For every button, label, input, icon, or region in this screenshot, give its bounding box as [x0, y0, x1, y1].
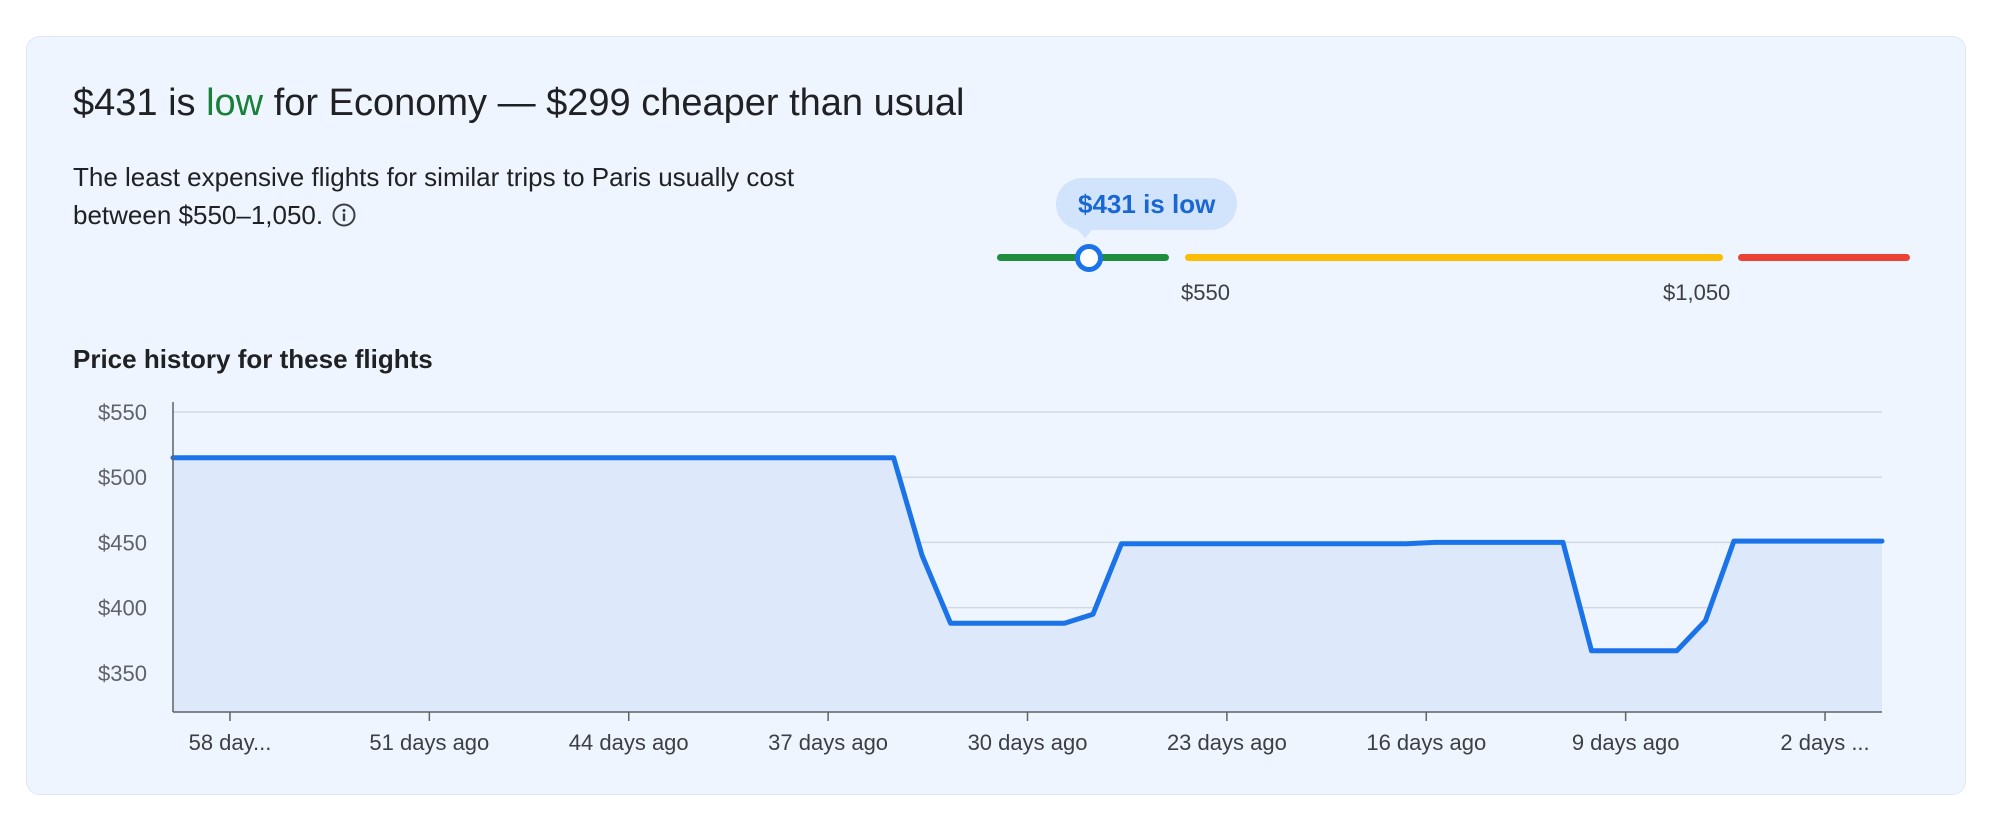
x-tick-label: 9 days ago: [1572, 730, 1680, 755]
y-tick-label: $350: [98, 661, 147, 686]
y-tick-label: $550: [98, 400, 147, 425]
y-tick-label: $450: [98, 530, 147, 555]
x-tick-label: 2 days ...: [1780, 730, 1869, 755]
price-history-chart: $550 $500 $450 $400 $350 58 day... 51 days ago…: [98, 400, 1885, 755]
series-area-fill: [173, 457, 1882, 712]
x-tick-label: 23 days ago: [1167, 730, 1287, 755]
x-tick-label: 58 day...: [189, 730, 272, 755]
x-tick-label: 51 days ago: [369, 730, 489, 755]
y-tick-label: $400: [98, 596, 147, 621]
x-tick-label: 37 days ago: [768, 730, 888, 755]
x-tick-label: 44 days ago: [569, 730, 689, 755]
y-tick-label: $500: [98, 465, 147, 490]
x-tick-label: 16 days ago: [1366, 730, 1486, 755]
x-tick-label: 30 days ago: [968, 730, 1088, 755]
